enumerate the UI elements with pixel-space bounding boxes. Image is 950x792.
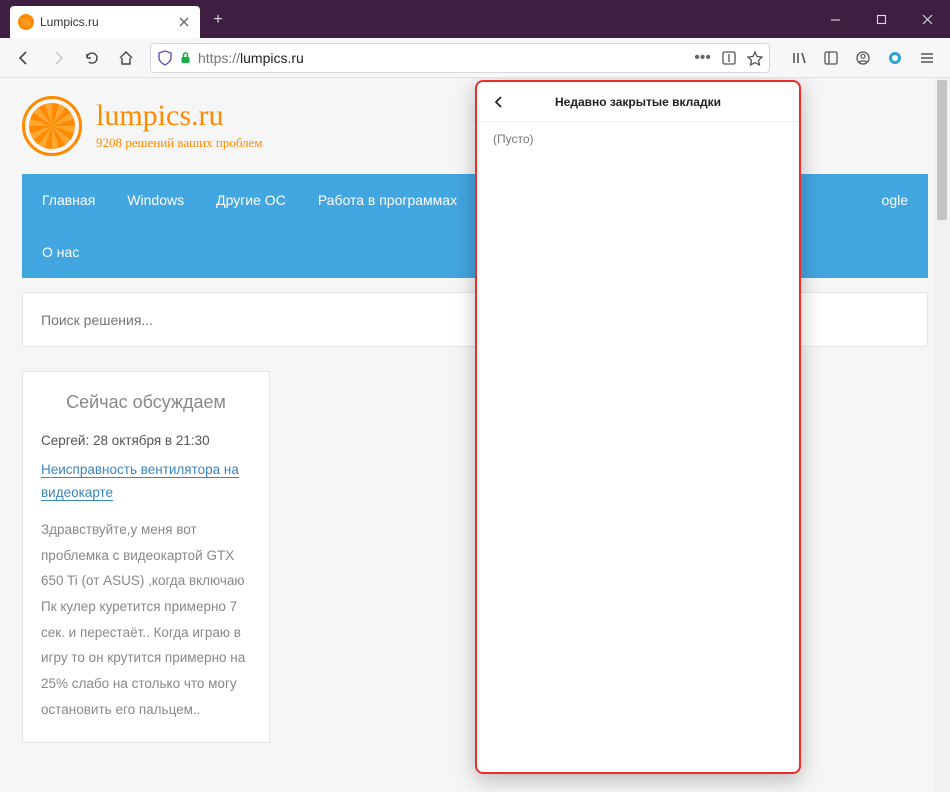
lock-icon[interactable] — [179, 51, 192, 64]
new-tab-button[interactable]: + — [204, 6, 232, 34]
window-close-button[interactable] — [904, 0, 950, 38]
site-logo[interactable] — [22, 96, 82, 156]
recently-closed-panel: Недавно закрытые вкладки (Пусто) — [475, 80, 801, 774]
reload-button[interactable] — [76, 42, 108, 74]
sidebar-toggle-button[interactable] — [816, 43, 846, 73]
app-menu-button[interactable] — [912, 43, 942, 73]
url-bar[interactable]: https://lumpics.ru ••• — [150, 43, 770, 73]
bookmark-star-icon[interactable] — [747, 50, 763, 66]
panel-back-button[interactable] — [487, 90, 511, 114]
account-button[interactable] — [848, 43, 878, 73]
minimize-button[interactable] — [812, 0, 858, 38]
site-name: lumpics.ru — [96, 101, 263, 131]
nav-forward-button[interactable] — [42, 42, 74, 74]
discussion-body: Здравствуйте,у меня вот проблемка с виде… — [41, 517, 251, 722]
nav-item-about[interactable]: О нас — [26, 226, 95, 278]
window-controls — [812, 0, 950, 38]
nav-item-windows[interactable]: Windows — [111, 174, 200, 226]
extension-icon[interactable] — [880, 43, 910, 73]
url-text: https://lumpics.ru — [198, 50, 688, 66]
panel-header: Недавно закрытые вкладки — [477, 82, 799, 122]
panel-title: Недавно закрытые вкладки — [511, 95, 765, 109]
browser-toolbar: https://lumpics.ru ••• — [0, 38, 950, 78]
panel-empty-text: (Пусто) — [477, 122, 799, 156]
nav-back-button[interactable] — [8, 42, 40, 74]
page-scrollbar[interactable] — [934, 78, 950, 792]
discussion-title: Сейчас обсуждаем — [41, 392, 251, 413]
scrollbar-thumb[interactable] — [937, 80, 947, 220]
reader-icon[interactable] — [721, 50, 737, 66]
toolbar-actions — [784, 43, 942, 73]
close-icon[interactable] — [176, 14, 192, 30]
discussion-sidebar: Сейчас обсуждаем Сергей: 28 октября в 21… — [22, 371, 270, 743]
nav-item-google-cut[interactable]: ogle — [866, 174, 924, 226]
library-button[interactable] — [784, 43, 814, 73]
shield-icon[interactable] — [157, 50, 173, 66]
discussion-link[interactable]: Неисправность вентилятора на видеокарте — [41, 462, 239, 501]
window-titlebar: Lumpics.ru + — [0, 0, 950, 38]
tab-favicon — [18, 14, 34, 30]
discussion-meta: Сергей: 28 октября в 21:30 — [41, 431, 251, 451]
site-tagline: 9208 решений ваших проблем — [96, 135, 263, 151]
url-page-actions: ••• — [694, 49, 763, 67]
page-viewport: lumpics.ru 9208 решений ваших проблем Гл… — [0, 78, 950, 792]
home-button[interactable] — [110, 42, 142, 74]
nav-item-home[interactable]: Главная — [26, 174, 111, 226]
ellipsis-icon[interactable]: ••• — [694, 49, 711, 67]
browser-tab[interactable]: Lumpics.ru — [10, 6, 200, 38]
tab-title: Lumpics.ru — [40, 15, 170, 29]
nav-item-software[interactable]: Работа в программах — [302, 174, 473, 226]
nav-item-other-os[interactable]: Другие ОС — [200, 174, 302, 226]
maximize-button[interactable] — [858, 0, 904, 38]
